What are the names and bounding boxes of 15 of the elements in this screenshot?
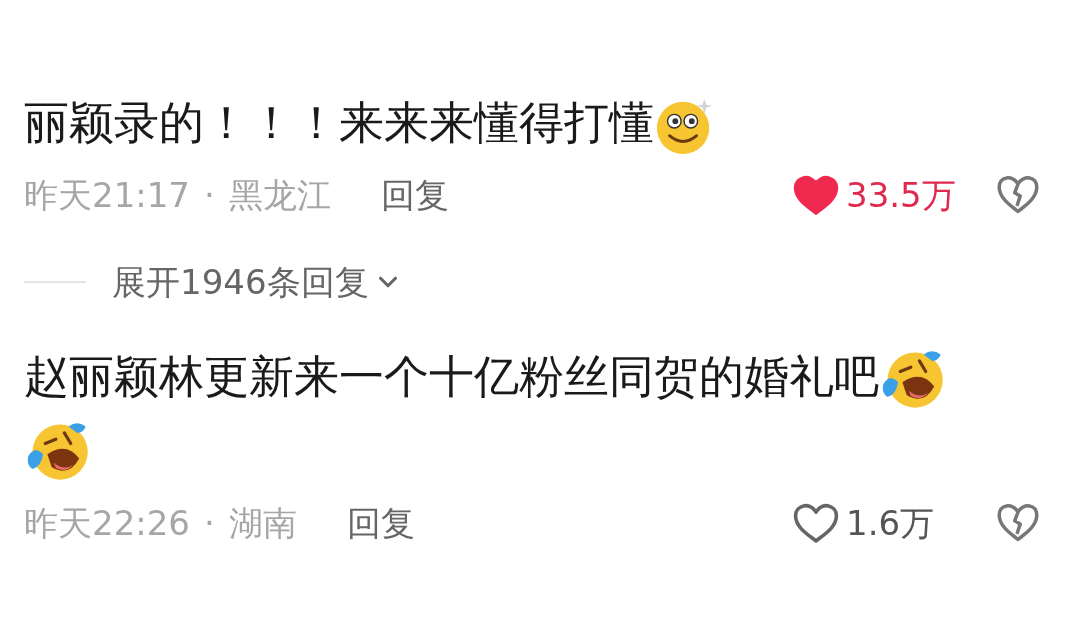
heart-icon[interactable] [792,501,840,545]
heart-icon[interactable] [792,173,840,217]
reply-button[interactable]: 回复 [346,497,415,549]
like-count: 33.5万 [846,173,957,217]
comment-time: 昨天21:17 [24,173,190,217]
expand-replies-button[interactable]: 展开1946条回复 [112,256,403,308]
comment-location: 黑龙江 [228,173,331,217]
comment-text: 赵丽颖林更新来一个十亿粉丝同贺的婚礼吧 [24,350,879,403]
separator-dot: · [204,173,215,217]
comment-text: 丽颖录的！！！来来来懂得打懂 [24,96,654,149]
like-count: 1.6万 [846,501,936,545]
reply-button[interactable]: 回复 [380,169,449,221]
separator-dot: · [204,501,215,545]
comment-time: 昨天22:26 [24,501,190,545]
comment-location: 湖南 [228,501,297,545]
